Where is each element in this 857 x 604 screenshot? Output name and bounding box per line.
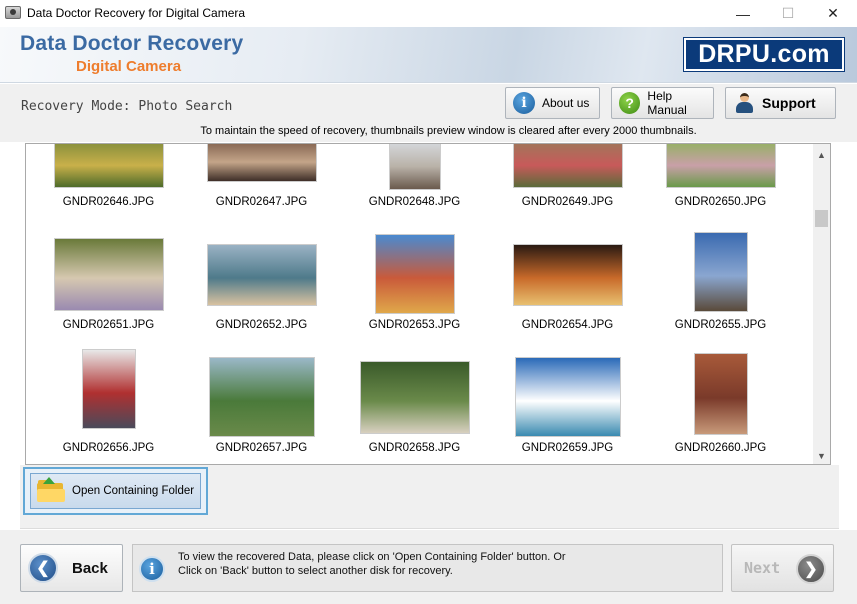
thumbnail-filename: GNDR02651.JPG [62, 319, 155, 331]
thumbnail-filename: GNDR02657.JPG [215, 442, 308, 454]
product-subtitle: Digital Camera [76, 58, 182, 75]
thumbnail-preview-panel[interactable]: GNDR02646.JPG GNDR02647.JPG GNDR02648.JPG G… [25, 143, 831, 465]
thumbnail-grid: GNDR02646.JPG GNDR02647.JPG GNDR02648.JPG G… [26, 144, 814, 464]
thumbnail-item[interactable]: GNDR02657.JPG [179, 144, 332, 454]
question-icon: ? [619, 92, 641, 114]
help-manual-button[interactable]: ? Help Manual [611, 87, 714, 119]
instruction-text: To view the recovered Data, please click… [178, 550, 718, 578]
next-label: Next [744, 559, 781, 577]
support-person-icon [733, 92, 755, 114]
thumbnail-image[interactable] [209, 357, 315, 437]
maximize-button[interactable]: ☐ [765, 0, 811, 27]
thumbnail-item[interactable]: GNDR02658.JPG [332, 144, 485, 454]
thumbnail-image[interactable] [515, 357, 621, 437]
scroll-thumb[interactable] [815, 210, 828, 227]
next-button[interactable]: Next ❯ [731, 544, 834, 592]
thumbnail-filename: GNDR02656.JPG [62, 442, 155, 454]
close-button[interactable]: ✕ [810, 0, 856, 27]
instruction-line-1: To view the recovered Data, please click… [178, 551, 566, 563]
instruction-line-2: Click on 'Back' button to select another… [178, 565, 453, 577]
bottom-navigation-bar: ❮ Back i To view the recovered Data, ple… [0, 530, 857, 604]
thumbnail-filename: GNDR02660.JPG [674, 442, 767, 454]
scroll-up-arrow-icon[interactable]: ▲ [813, 146, 830, 163]
instruction-box: i To view the recovered Data, please cli… [132, 544, 723, 592]
vertical-scrollbar[interactable]: ▲ ▼ [813, 144, 830, 464]
thumbnail-image[interactable] [82, 349, 136, 429]
scroll-down-arrow-icon[interactable]: ▼ [813, 447, 830, 464]
header-banner: Data Doctor Recovery Digital Camera DRPU… [0, 27, 857, 83]
about-us-label: About us [542, 96, 590, 110]
thumbnail-notice: To maintain the speed of recovery, thumb… [0, 122, 857, 142]
product-title: Data Doctor Recovery [20, 32, 244, 55]
camera-app-icon [5, 6, 21, 19]
minimize-button[interactable]: — [720, 0, 766, 27]
info-icon: i [139, 556, 165, 582]
thumbnail-filename: GNDR02659.JPG [521, 442, 614, 454]
thumbnail-item[interactable]: GNDR02656.JPG [26, 144, 179, 454]
thumbnail-filename: GNDR02655.JPG [674, 319, 767, 331]
open-containing-folder-button[interactable]: Open Containing Folder [23, 467, 208, 515]
thumbnail-filename: GNDR02652.JPG [215, 319, 308, 331]
thumbnail-item[interactable]: GNDR02659.JPG [485, 144, 638, 454]
window-title-bar: Data Doctor Recovery for Digital Camera … [0, 0, 857, 27]
thumbnail-filename: GNDR02653.JPG [368, 319, 461, 331]
thumbnail-image[interactable] [694, 353, 748, 435]
window-title: Data Doctor Recovery for Digital Camera [27, 6, 246, 20]
back-button[interactable]: ❮ Back [20, 544, 123, 592]
thumbnail-image[interactable] [360, 361, 470, 434]
folder-icon [37, 477, 65, 502]
thumbnail-filename: GNDR02654.JPG [521, 319, 614, 331]
back-arrow-icon: ❮ [28, 553, 58, 583]
help-manual-label: Help Manual [647, 89, 687, 117]
back-label: Back [72, 559, 108, 577]
support-button[interactable]: Support [725, 87, 836, 119]
next-arrow-icon: ❯ [796, 554, 826, 584]
info-icon: i [513, 92, 535, 114]
about-us-button[interactable]: i About us [505, 87, 600, 119]
support-label: Support [762, 95, 816, 111]
mode-bar: Recovery Mode: Photo Search i About us ?… [0, 84, 857, 122]
folder-action-area: Open Containing Folder [20, 465, 839, 529]
recovery-mode-label: Recovery Mode: Photo Search [21, 99, 233, 114]
thumbnail-filename: GNDR02658.JPG [368, 442, 461, 454]
open-containing-folder-label: Open Containing Folder [72, 485, 195, 497]
brand-logo: DRPU.com [683, 37, 845, 72]
thumbnail-item[interactable]: GNDR02660.JPG [638, 144, 791, 454]
